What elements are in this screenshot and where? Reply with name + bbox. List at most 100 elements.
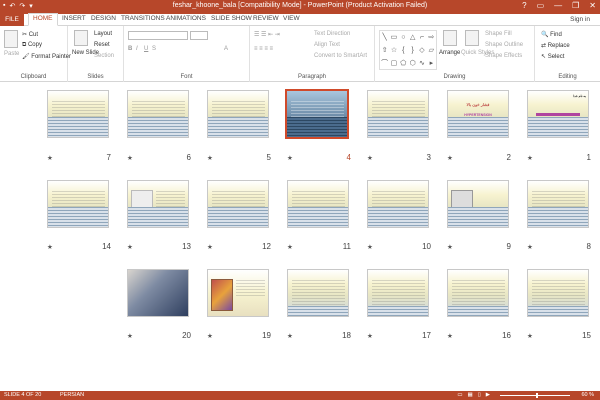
transition-star-icon[interactable]: ★ <box>367 332 373 340</box>
slide-thumb-5[interactable] <box>207 90 269 138</box>
slide-thumb-4[interactable] <box>285 89 349 139</box>
slide-thumb-16[interactable] <box>447 269 509 317</box>
tab-transitions[interactable]: TRANSITIONS <box>121 15 165 22</box>
transition-star-icon[interactable]: ★ <box>47 154 53 162</box>
bold-icon[interactable]: B <box>128 46 132 52</box>
shape-effects-button[interactable]: Shape Effects <box>485 53 522 59</box>
transition-star-icon[interactable]: ★ <box>207 332 213 340</box>
transition-star-icon[interactable]: ★ <box>127 154 133 162</box>
transition-star-icon[interactable]: ★ <box>367 154 373 162</box>
font-size-box[interactable] <box>190 31 208 40</box>
tab-home[interactable]: HOME <box>28 13 58 26</box>
align-icons[interactable]: ≡ ≡ ≡ ≡ <box>254 46 273 52</box>
bullets-icon[interactable]: ☰ ☰ ⇤ ⇥ <box>254 31 280 38</box>
zoom-level[interactable]: 60 % <box>581 392 594 398</box>
slide-stripes <box>448 306 508 316</box>
slide-number: 8 <box>586 242 591 251</box>
transition-star-icon[interactable]: ★ <box>447 154 453 162</box>
help-icon[interactable]: ? <box>522 1 526 10</box>
select-button[interactable]: ↖ Select <box>541 53 564 60</box>
ribbon-display-icon[interactable]: ▭ <box>537 1 545 10</box>
restore-icon[interactable]: ❐ <box>572 1 579 10</box>
slide-sorter-view-icon[interactable]: ▦ <box>468 392 473 398</box>
transition-star-icon[interactable]: ★ <box>527 243 533 251</box>
layout-button[interactable]: Layout <box>94 31 112 37</box>
transition-star-icon[interactable]: ★ <box>447 243 453 251</box>
slide-thumb-18[interactable] <box>287 269 349 317</box>
slide-number: 16 <box>502 331 511 340</box>
font-color-icon[interactable]: A <box>224 46 228 52</box>
tab-insert[interactable]: INSERT <box>62 15 86 22</box>
font-name-box[interactable] <box>128 31 188 40</box>
shapes-gallery[interactable]: ╲ ▭ ○ △ ⌐ ⇨ ⇧ ☆{} ◇ ▱ ⌒ ▢ ⬠ ⬡ ∿ ▸ <box>379 30 437 70</box>
slide-thumb-13[interactable] <box>127 180 189 228</box>
format-painter-button[interactable]: 🖌 Format Painter <box>22 53 71 60</box>
slide-thumb-6[interactable] <box>127 90 189 138</box>
normal-view-icon[interactable]: ▭ <box>457 392 462 398</box>
find-button[interactable]: 🔍 Find <box>541 31 562 38</box>
align-text-button[interactable]: Align Text <box>314 42 340 48</box>
sign-in-link[interactable]: Sign in <box>570 16 590 23</box>
slide-thumb-8[interactable] <box>527 180 589 228</box>
slide-thumb-20[interactable] <box>127 269 189 317</box>
minimize-icon[interactable]: — <box>554 1 562 10</box>
cut-button[interactable]: ✂ Cut <box>22 31 38 38</box>
transition-star-icon[interactable]: ★ <box>367 243 373 251</box>
tab-file[interactable]: FILE <box>0 14 24 26</box>
slide-thumb-2[interactable]: فشار خون بالا HYPERTENSION <box>447 90 509 138</box>
new-slide-icon[interactable] <box>74 30 88 46</box>
zoom-slider[interactable] <box>500 395 570 396</box>
reset-button[interactable]: Reset <box>94 42 110 48</box>
paste-button[interactable]: Paste <box>4 51 19 57</box>
window-controls: ? ▭ — ❐ ✕ <box>522 1 596 10</box>
transition-star-icon[interactable]: ★ <box>447 332 453 340</box>
tab-slide-show[interactable]: SLIDE SHOW <box>211 15 252 22</box>
transition-star-icon[interactable]: ★ <box>127 243 133 251</box>
tab-view[interactable]: VIEW <box>283 15 300 22</box>
slide-thumb-9[interactable] <box>447 180 509 228</box>
slide-number: 11 <box>342 242 351 251</box>
tab-design[interactable]: DESIGN <box>91 15 116 22</box>
italic-icon[interactable]: I <box>136 46 138 52</box>
transition-star-icon[interactable]: ★ <box>527 154 533 162</box>
slide-thumb-7[interactable] <box>47 90 109 138</box>
slide1-title: به نام خدا <box>573 94 586 98</box>
slide-thumb-3[interactable] <box>367 90 429 138</box>
convert-smartart-button[interactable]: Convert to SmartArt <box>314 53 367 59</box>
paste-icon[interactable] <box>4 30 18 48</box>
slide-thumb-10[interactable] <box>367 180 429 228</box>
slide-thumb-1[interactable]: به نام خدا <box>527 90 589 138</box>
transition-star-icon[interactable]: ★ <box>287 243 293 251</box>
transition-star-icon[interactable]: ★ <box>207 243 213 251</box>
underline-icon[interactable]: U <box>144 46 148 52</box>
transition-star-icon[interactable]: ★ <box>127 332 133 340</box>
reading-view-icon[interactable]: ▯ <box>478 392 481 398</box>
slide-show-icon[interactable]: ▶ <box>486 392 490 398</box>
tab-review[interactable]: REVIEW <box>253 15 279 22</box>
shape-outline-button[interactable]: Shape Outline <box>485 42 523 48</box>
text-direction-button[interactable]: Text Direction <box>314 31 350 37</box>
slide-thumb-11[interactable] <box>287 180 349 228</box>
section-button[interactable]: Section <box>94 53 114 59</box>
quick-styles-icon[interactable] <box>465 30 479 46</box>
transition-star-icon[interactable]: ★ <box>287 154 293 162</box>
shadow-icon[interactable]: S <box>152 46 156 52</box>
copy-button[interactable]: ⧉ Copy <box>22 42 42 49</box>
transition-star-icon[interactable]: ★ <box>527 332 533 340</box>
transition-star-icon[interactable]: ★ <box>47 243 53 251</box>
slide-thumb-17[interactable] <box>367 269 429 317</box>
tab-animations[interactable]: ANIMATIONS <box>166 15 206 22</box>
replace-button[interactable]: ⇄ Replace <box>541 42 570 49</box>
slide-thumb-15[interactable] <box>527 269 589 317</box>
close-icon[interactable]: ✕ <box>589 1 596 10</box>
transition-star-icon[interactable]: ★ <box>287 332 293 340</box>
shape-fill-button[interactable]: Shape Fill <box>485 31 512 37</box>
transition-star-icon[interactable]: ★ <box>207 154 213 162</box>
language-indicator[interactable]: PERSIAN <box>60 392 84 398</box>
zoom-slider-knob[interactable] <box>536 393 538 398</box>
slide-thumb-19[interactable] <box>207 269 269 317</box>
slide-thumb-14[interactable] <box>47 180 109 228</box>
arrange-icon[interactable] <box>443 30 457 46</box>
arrange-button[interactable]: Arrange <box>439 50 460 56</box>
slide-thumb-12[interactable] <box>207 180 269 228</box>
